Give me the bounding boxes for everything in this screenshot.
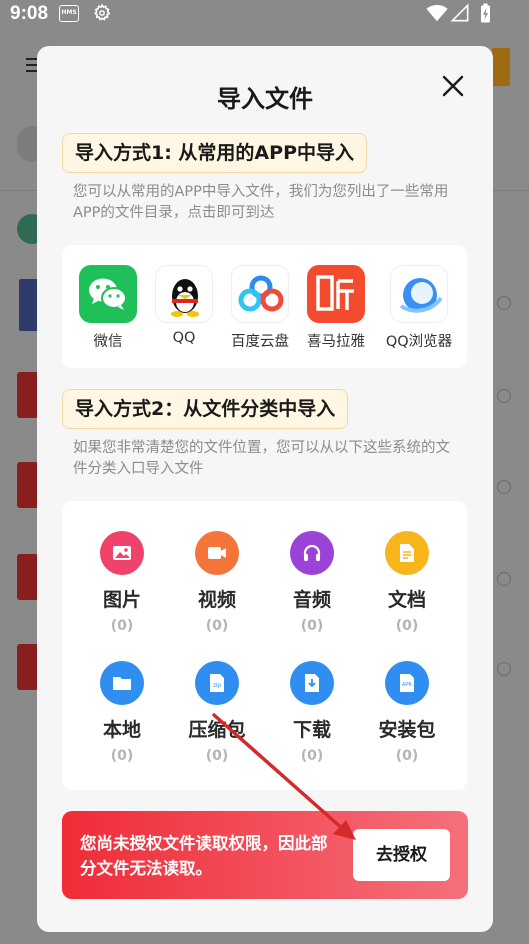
category-label: 本地 xyxy=(102,719,141,741)
category-videos[interactable]: 视频 (0) xyxy=(177,531,257,634)
document-icon xyxy=(385,531,429,575)
category-count: (0) xyxy=(300,748,324,764)
category-audio[interactable]: 音频 (0) xyxy=(272,531,352,634)
status-bar: 9:08 HMS xyxy=(0,0,529,28)
background-file-icon xyxy=(17,462,39,508)
category-label: 图片 xyxy=(102,589,141,611)
category-count: (0) xyxy=(395,748,419,764)
category-count: (0) xyxy=(205,618,229,634)
signal-icon xyxy=(451,3,469,22)
download-icon xyxy=(290,661,334,705)
svg-text:APK: APK xyxy=(402,682,413,688)
hms-badge: HMS xyxy=(59,5,79,22)
baidu-netdisk-icon xyxy=(231,265,289,323)
wechat-icon xyxy=(79,265,137,323)
background-file-icon xyxy=(17,644,39,690)
category-count: (0) xyxy=(395,618,419,634)
category-documents[interactable]: 文档 (0) xyxy=(367,531,447,634)
zip-icon: zip xyxy=(195,661,239,705)
app-qq-browser[interactable]: QQ浏览器 xyxy=(374,265,464,351)
section2-description: 如果您非常清楚您的文件位置，您可以从以下这些系统的文件分类入口导入文件 xyxy=(73,440,450,477)
app-label: 百度云盘 xyxy=(231,334,289,350)
category-count: (0) xyxy=(205,748,229,764)
warning-message: 您尚未授权文件读取权限，因此部分文件无法读取。 xyxy=(80,834,328,878)
apk-icon: APK xyxy=(385,661,429,705)
category-label: 视频 xyxy=(197,589,236,611)
app-label: 微信 xyxy=(93,334,123,350)
category-images[interactable]: 图片 (0) xyxy=(82,531,162,634)
background-radio xyxy=(497,662,511,676)
video-icon xyxy=(195,531,239,575)
background-radio xyxy=(497,389,511,403)
folder-icon xyxy=(100,661,144,705)
close-icon[interactable] xyxy=(440,73,466,99)
section1-tag: 导入方式1: 从常用的APP中导入 xyxy=(62,133,367,173)
wifi-icon xyxy=(426,5,448,22)
permission-warning-banner: 您尚未授权文件读取权限，因此部分文件无法读取。 去授权 xyxy=(62,811,468,899)
status-time: 9:08 xyxy=(10,3,49,24)
app-label: 喜马拉雅 xyxy=(307,334,365,350)
background-file-icon xyxy=(17,372,39,418)
category-count: (0) xyxy=(110,618,134,634)
category-label: 下载 xyxy=(292,719,331,741)
category-count: (0) xyxy=(110,748,134,764)
category-downloads[interactable]: 下载 (0) xyxy=(272,661,352,764)
background-button xyxy=(492,48,510,86)
qq-browser-icon xyxy=(390,265,448,323)
category-archives[interactable]: zip 压缩包 (0) xyxy=(177,661,257,764)
app-shortcuts-card: 微信 QQ 百度云盘 喜马拉雅 QQ浏览器 xyxy=(62,245,467,368)
category-label: 压缩包 xyxy=(188,719,246,741)
authorize-button[interactable]: 去授权 xyxy=(353,829,450,881)
file-categories-card: 图片 (0) 视频 (0) 音频 (0) 文档 (0) 本地 (0) zip 压… xyxy=(62,501,467,790)
app-wechat[interactable]: 微信 xyxy=(70,265,146,351)
battery-charging-icon xyxy=(481,3,490,23)
ximalaya-icon xyxy=(307,265,365,323)
section1-description: 您可以从常用的APP中导入文件，我们为您列出了一些常用APP的文件目录，点击即可… xyxy=(73,184,449,221)
app-baidu-netdisk[interactable]: 百度云盘 xyxy=(222,265,298,351)
category-label: 文档 xyxy=(387,589,426,611)
app-ximalaya[interactable]: 喜马拉雅 xyxy=(298,265,374,351)
background-radio xyxy=(497,480,511,494)
section2-tag: 导入方式2：从文件分类中导入 xyxy=(62,389,349,429)
svg-text:zip: zip xyxy=(213,683,221,689)
category-count: (0) xyxy=(300,618,324,634)
background-radio xyxy=(497,296,511,310)
headphones-icon xyxy=(290,531,334,575)
qq-icon xyxy=(155,265,213,323)
image-icon xyxy=(100,531,144,575)
background-radio xyxy=(497,572,511,586)
gear-icon xyxy=(94,3,111,21)
category-apk[interactable]: APK 安装包 (0) xyxy=(367,661,447,764)
app-qq[interactable]: QQ xyxy=(146,265,222,346)
background-file-icon xyxy=(17,554,39,600)
app-label: QQ浏览器 xyxy=(385,334,453,350)
category-label: 安装包 xyxy=(378,719,436,741)
dialog-title: 导入文件 xyxy=(217,85,313,113)
category-local[interactable]: 本地 (0) xyxy=(82,661,162,764)
category-label: 音频 xyxy=(292,589,331,611)
import-file-dialog: 导入文件 导入方式1: 从常用的APP中导入 您可以从常用的APP中导入文件，我… xyxy=(37,46,493,932)
app-label: QQ xyxy=(172,330,196,346)
